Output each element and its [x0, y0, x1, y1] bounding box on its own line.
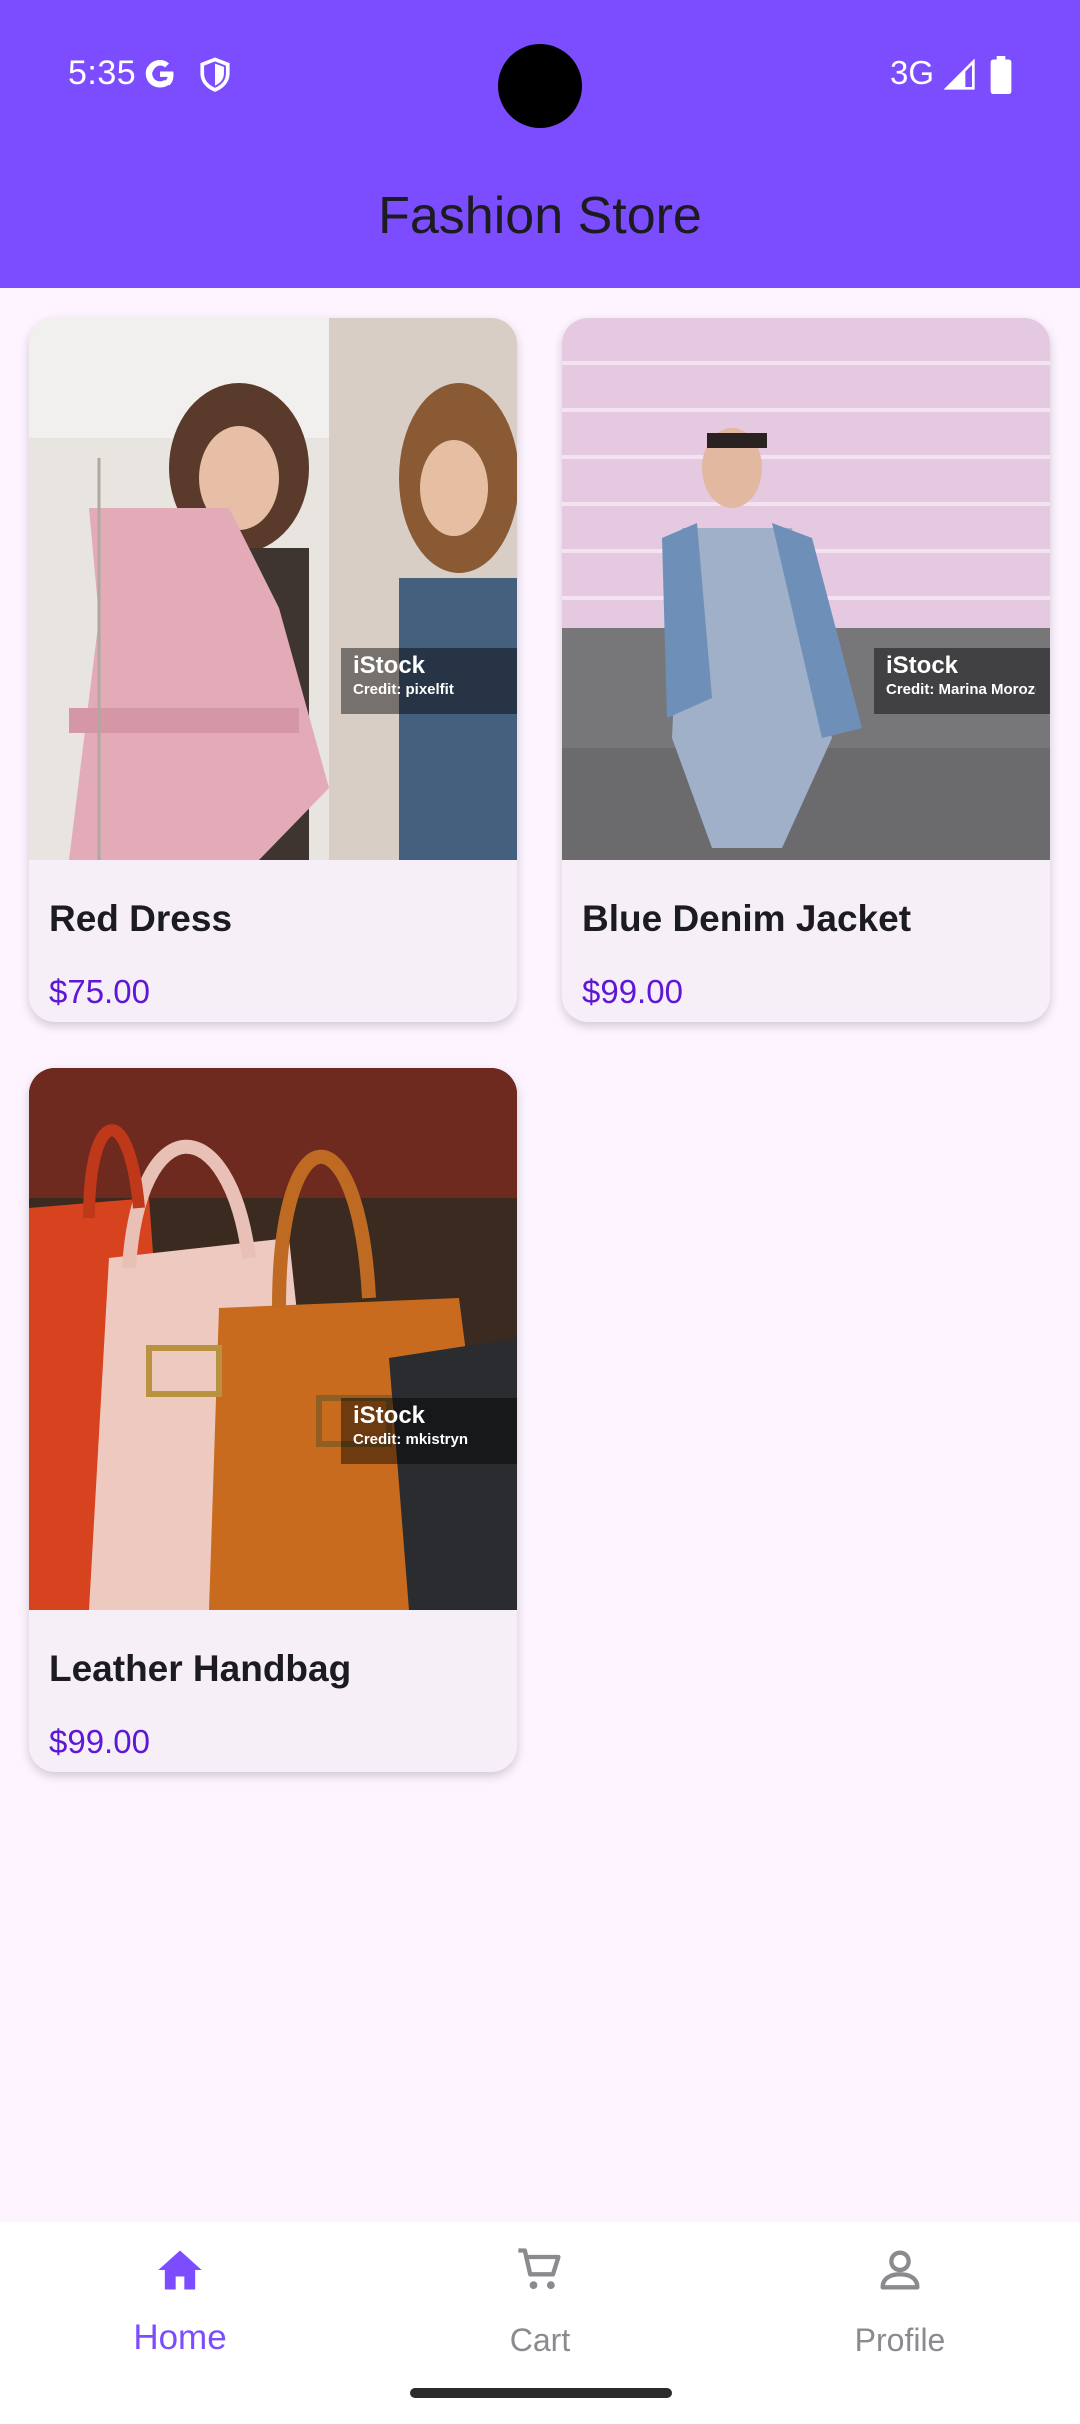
- status-bar: 5:35 3G: [0, 0, 1080, 150]
- product-name: Leather Handbag: [49, 1648, 352, 1689]
- product-price: $99.00: [582, 973, 683, 1010]
- product-image-leather-handbag: [29, 1068, 517, 1610]
- google-icon: [145, 60, 174, 88]
- home-icon: [158, 2250, 202, 2290]
- nav-cart-label: Cart: [509, 2322, 571, 2358]
- product-card[interactable]: iStock Credit: mkistryn Leather Handbag …: [29, 1068, 517, 1772]
- image-watermark: iStock Credit: mkistryn: [341, 1398, 517, 1464]
- app-bar: 5:35 3G Fashion Store: [0, 0, 1080, 288]
- product-image-red-dress: [29, 318, 517, 860]
- gesture-handle[interactable]: [410, 2388, 672, 2398]
- signal-icon: [944, 58, 975, 90]
- nav-home-label: Home: [133, 2318, 227, 2357]
- nav-home[interactable]: Home: [0, 2222, 360, 2424]
- product-price: $75.00: [49, 973, 150, 1010]
- profile-icon: [880, 2250, 920, 2290]
- network-label: 3G: [890, 54, 935, 91]
- status-time: 5:35: [68, 54, 137, 92]
- product-price: $99.00: [49, 1723, 150, 1760]
- front-camera: [498, 44, 582, 128]
- nav-profile-label: Profile: [854, 2322, 946, 2358]
- battery-icon: [990, 56, 1012, 94]
- product-name: Blue Denim Jacket: [582, 898, 912, 939]
- product-name: Red Dress: [49, 898, 233, 939]
- product-image-denim-jacket: [562, 318, 1050, 860]
- shield-icon: [200, 57, 230, 92]
- page-title: Fashion Store: [378, 187, 702, 245]
- product-card[interactable]: iStock Credit: Marina Morozov Blue Denim…: [562, 318, 1050, 1022]
- product-card[interactable]: iStock Credit: pixelfit Red Dress $75.00: [29, 318, 517, 1022]
- image-watermark: iStock Credit: Marina Morozov: [874, 648, 1050, 714]
- nav-profile[interactable]: Profile: [720, 2222, 1080, 2424]
- image-watermark: iStock Credit: pixelfit: [341, 648, 517, 714]
- cart-icon: [518, 2248, 561, 2290]
